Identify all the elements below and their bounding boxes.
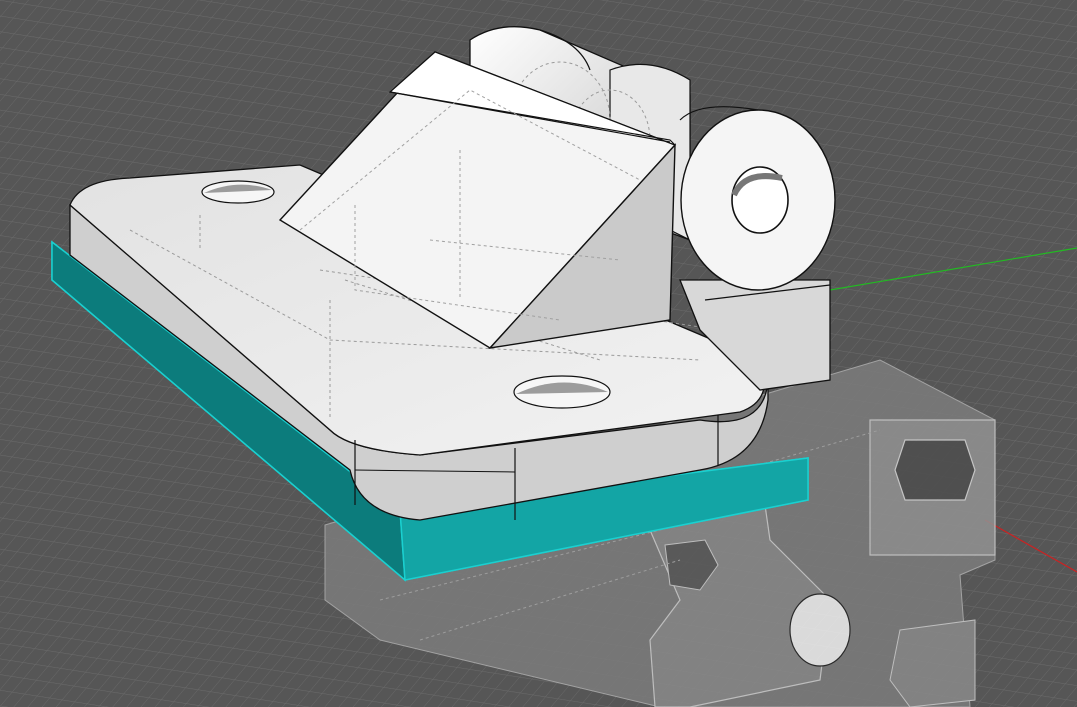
scene-canvas[interactable] (0, 0, 1077, 707)
cad-viewport[interactable] (0, 0, 1077, 707)
